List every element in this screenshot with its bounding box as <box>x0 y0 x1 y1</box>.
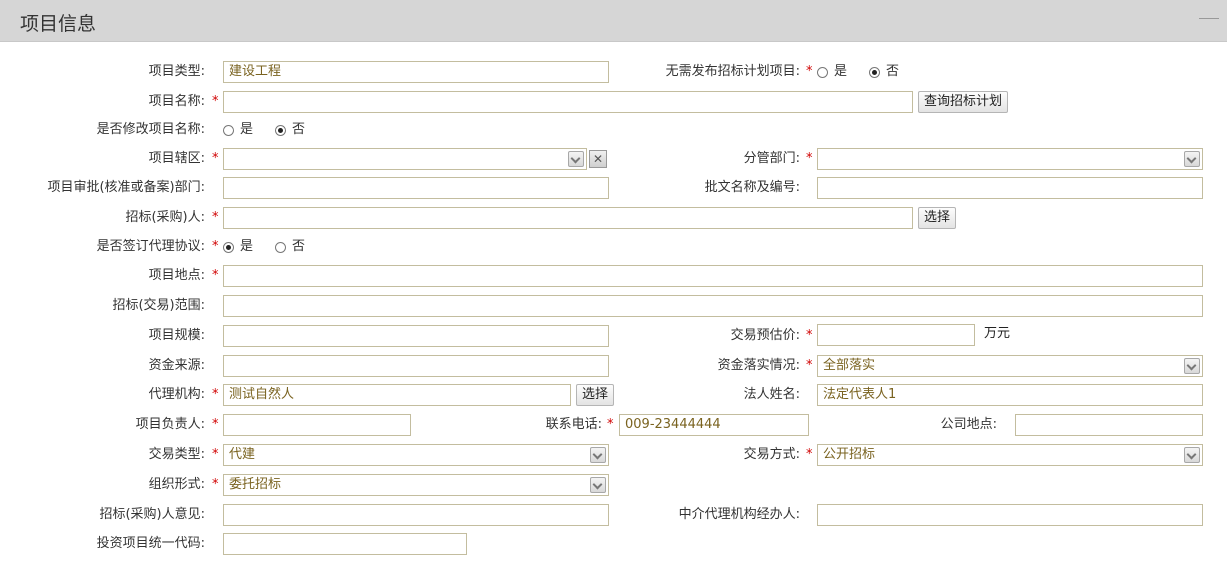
agreement-yes-label: 是 <box>240 239 254 254</box>
chevron-down-icon[interactable] <box>568 151 584 167</box>
required-icon: * <box>212 477 219 492</box>
scope-input[interactable] <box>223 295 1203 317</box>
phone-label: 联系电话: <box>545 417 602 432</box>
estimate-price-label: 交易预估价: <box>730 328 800 343</box>
chevron-down-icon[interactable] <box>1184 358 1200 374</box>
required-icon: * <box>212 239 219 254</box>
no-publish-yes-label: 是 <box>834 64 848 79</box>
org-form-select[interactable]: 委托招标 <box>223 474 609 496</box>
phone-input[interactable]: 009-23444444 <box>619 414 809 436</box>
required-icon: * <box>806 328 813 343</box>
modify-name-no-label: 否 <box>292 122 306 137</box>
project-type-input[interactable]: 建设工程 <box>223 61 609 83</box>
project-type-label: 项目类型: <box>148 64 205 79</box>
required-icon: * <box>212 417 219 432</box>
tenderer-choose-button[interactable]: 选择 <box>918 207 957 229</box>
modify-name-yes-label: 是 <box>240 122 254 137</box>
tenderer-opinion-input[interactable] <box>223 504 609 526</box>
agreement-no-radio[interactable] <box>275 242 286 253</box>
no-publish-yes-radio[interactable] <box>817 67 828 78</box>
scale-input[interactable] <box>223 325 609 347</box>
approval-dept-input[interactable] <box>223 177 609 199</box>
legal-person-label: 法人姓名: <box>743 387 800 402</box>
required-icon: * <box>212 210 219 225</box>
fund-status-select[interactable]: 全部落实 <box>817 355 1203 377</box>
district-select[interactable] <box>223 148 587 170</box>
required-icon: * <box>607 417 614 432</box>
agency-label: 代理机构: <box>148 387 205 402</box>
org-form-value: 委托招标 <box>229 477 282 492</box>
modify-name-yes-radio[interactable] <box>223 125 234 136</box>
approval-dept-label: 项目审批(核准或备案)部门: <box>47 180 205 195</box>
modify-name-label: 是否修改项目名称: <box>96 122 205 137</box>
required-icon: * <box>212 268 219 283</box>
investment-code-label: 投资项目统一代码: <box>96 536 205 551</box>
required-icon: * <box>212 151 219 166</box>
modify-name-no-radio[interactable] <box>275 125 286 136</box>
agent-handler-input[interactable] <box>817 504 1203 526</box>
query-plan-button[interactable]: 查询招标计划 <box>918 91 1009 113</box>
trade-method-label: 交易方式: <box>743 447 800 462</box>
no-publish-no-radio[interactable] <box>869 67 880 78</box>
fund-status-label: 资金落实情况: <box>717 358 800 373</box>
estimate-price-input[interactable] <box>817 324 975 346</box>
district-label: 项目辖区: <box>148 151 205 166</box>
no-publish-label: 无需发布招标计划项目: <box>665 64 800 79</box>
collapse-icon[interactable] <box>1199 18 1219 19</box>
required-icon: * <box>212 94 219 109</box>
location-label: 项目地点: <box>148 268 205 283</box>
chevron-down-icon[interactable] <box>1184 151 1200 167</box>
section-title: 项目信息 <box>20 13 97 35</box>
agency-agreement-label: 是否签订代理协议: <box>96 239 205 254</box>
approval-doc-input[interactable] <box>817 177 1203 199</box>
fund-status-value: 全部落实 <box>823 358 876 373</box>
required-icon: * <box>806 151 813 166</box>
agent-handler-label: 中介代理机构经办人: <box>678 507 800 522</box>
project-name-label: 项目名称: <box>148 94 205 109</box>
trade-type-label: 交易类型: <box>148 447 205 462</box>
project-name-input[interactable] <box>223 91 913 113</box>
fund-source-input[interactable] <box>223 355 609 377</box>
tenderer-opinion-label: 招标(采购)人意见: <box>99 507 205 522</box>
trade-method-select[interactable]: 公开招标 <box>817 444 1203 466</box>
required-icon: * <box>806 358 813 373</box>
legal-person-input[interactable]: 法定代表人1 <box>817 384 1203 406</box>
scale-label: 项目规模: <box>148 328 205 343</box>
trade-type-value: 代建 <box>229 447 256 462</box>
manager-input[interactable] <box>223 414 411 436</box>
tenderer-label: 招标(采购)人: <box>125 210 205 225</box>
company-location-input[interactable] <box>1015 414 1203 436</box>
investment-code-input[interactable] <box>223 533 467 555</box>
price-unit: 万元 <box>984 326 1011 341</box>
department-select[interactable] <box>817 148 1203 170</box>
trade-method-value: 公开招标 <box>823 447 876 462</box>
chevron-down-icon[interactable] <box>590 477 606 493</box>
agency-input[interactable]: 测试自然人 <box>223 384 571 406</box>
location-input[interactable] <box>223 265 1203 287</box>
section-header: 项目信息 <box>0 0 1227 42</box>
manager-label: 项目负责人: <box>135 417 205 432</box>
clear-icon[interactable]: ✕ <box>589 150 607 168</box>
required-icon: * <box>806 64 813 79</box>
approval-doc-label: 批文名称及编号: <box>704 180 800 195</box>
required-icon: * <box>212 447 219 462</box>
chevron-down-icon[interactable] <box>1184 447 1200 463</box>
scope-label: 招标(交易)范围: <box>112 298 205 313</box>
no-publish-no-label: 否 <box>886 64 900 79</box>
trade-type-select[interactable]: 代建 <box>223 444 609 466</box>
required-icon: * <box>806 447 813 462</box>
tenderer-input[interactable] <box>223 207 913 229</box>
required-icon: * <box>212 387 219 402</box>
agency-choose-button[interactable]: 选择 <box>576 384 615 406</box>
fund-source-label: 资金来源: <box>148 358 205 373</box>
company-location-label: 公司地点: <box>940 417 997 432</box>
agreement-no-label: 否 <box>292 239 306 254</box>
agreement-yes-radio[interactable] <box>223 242 234 253</box>
org-form-label: 组织形式: <box>148 477 205 492</box>
chevron-down-icon[interactable] <box>590 447 606 463</box>
department-label: 分管部门: <box>743 151 800 166</box>
